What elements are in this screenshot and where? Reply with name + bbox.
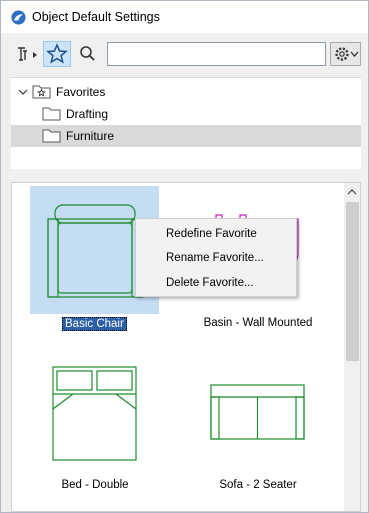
toolbar [1,33,368,77]
tree-item-label: Drafting [66,107,109,121]
object-browser-button[interactable] [13,41,41,67]
scrollbar-thumb[interactable] [346,202,359,361]
folder-icon [42,107,61,121]
scroll-up-arrow-icon[interactable] [347,188,357,196]
gallery-item-bed-double[interactable] [30,363,159,473]
search-input[interactable] [107,42,326,66]
archicad-app-icon [11,10,26,25]
star-folder-icon [32,85,51,99]
menu-item-delete-favorite[interactable]: Delete Favorite... [166,277,254,289]
settings-menu-button[interactable] [330,42,361,66]
tree-item-drafting[interactable]: Drafting [11,103,361,125]
gallery-item-label: Sofa - 2 Seater [219,479,297,491]
double-bed-plan-icon [52,366,137,461]
gallery-item-sofa-2-seater[interactable] [196,373,316,453]
window-title: Object Default Settings [32,10,160,24]
tree-item-favorites[interactable]: Favorites [11,81,361,103]
favorites-button[interactable] [43,41,71,67]
gallery-item-label: Basic Chair [62,317,127,331]
object-default-settings-window: Object Default Settings Favorites Drafti… [0,0,369,513]
gallery-item-label: Basin - Wall Mounted [203,317,313,329]
tree-item-label: Furniture [66,129,115,143]
menu-item-redefine-favorite[interactable]: Redefine Favorite [166,228,257,240]
menu-item-rename-favorite[interactable]: Rename Favorite... [166,252,264,264]
tree-item-furniture[interactable]: Furniture [11,125,361,147]
person-object-icon [18,47,37,61]
search-button[interactable] [75,41,99,67]
gear-icon [335,47,359,61]
search-icon [80,46,95,61]
folder-icon [42,129,61,143]
tree-item-label: Favorites [56,85,106,99]
star-icon [46,43,68,64]
sofa-plan-icon [210,384,305,440]
chevron-down-icon[interactable] [18,87,28,97]
gallery-scrollbar[interactable] [344,183,360,511]
gallery-item-label: Bed - Double [61,479,129,491]
title-bar: Object Default Settings [1,1,368,33]
context-menu: Redefine Favorite Rename Favorite... Del… [135,218,297,297]
favorites-tree: Favorites Drafting Furniture [11,77,361,169]
